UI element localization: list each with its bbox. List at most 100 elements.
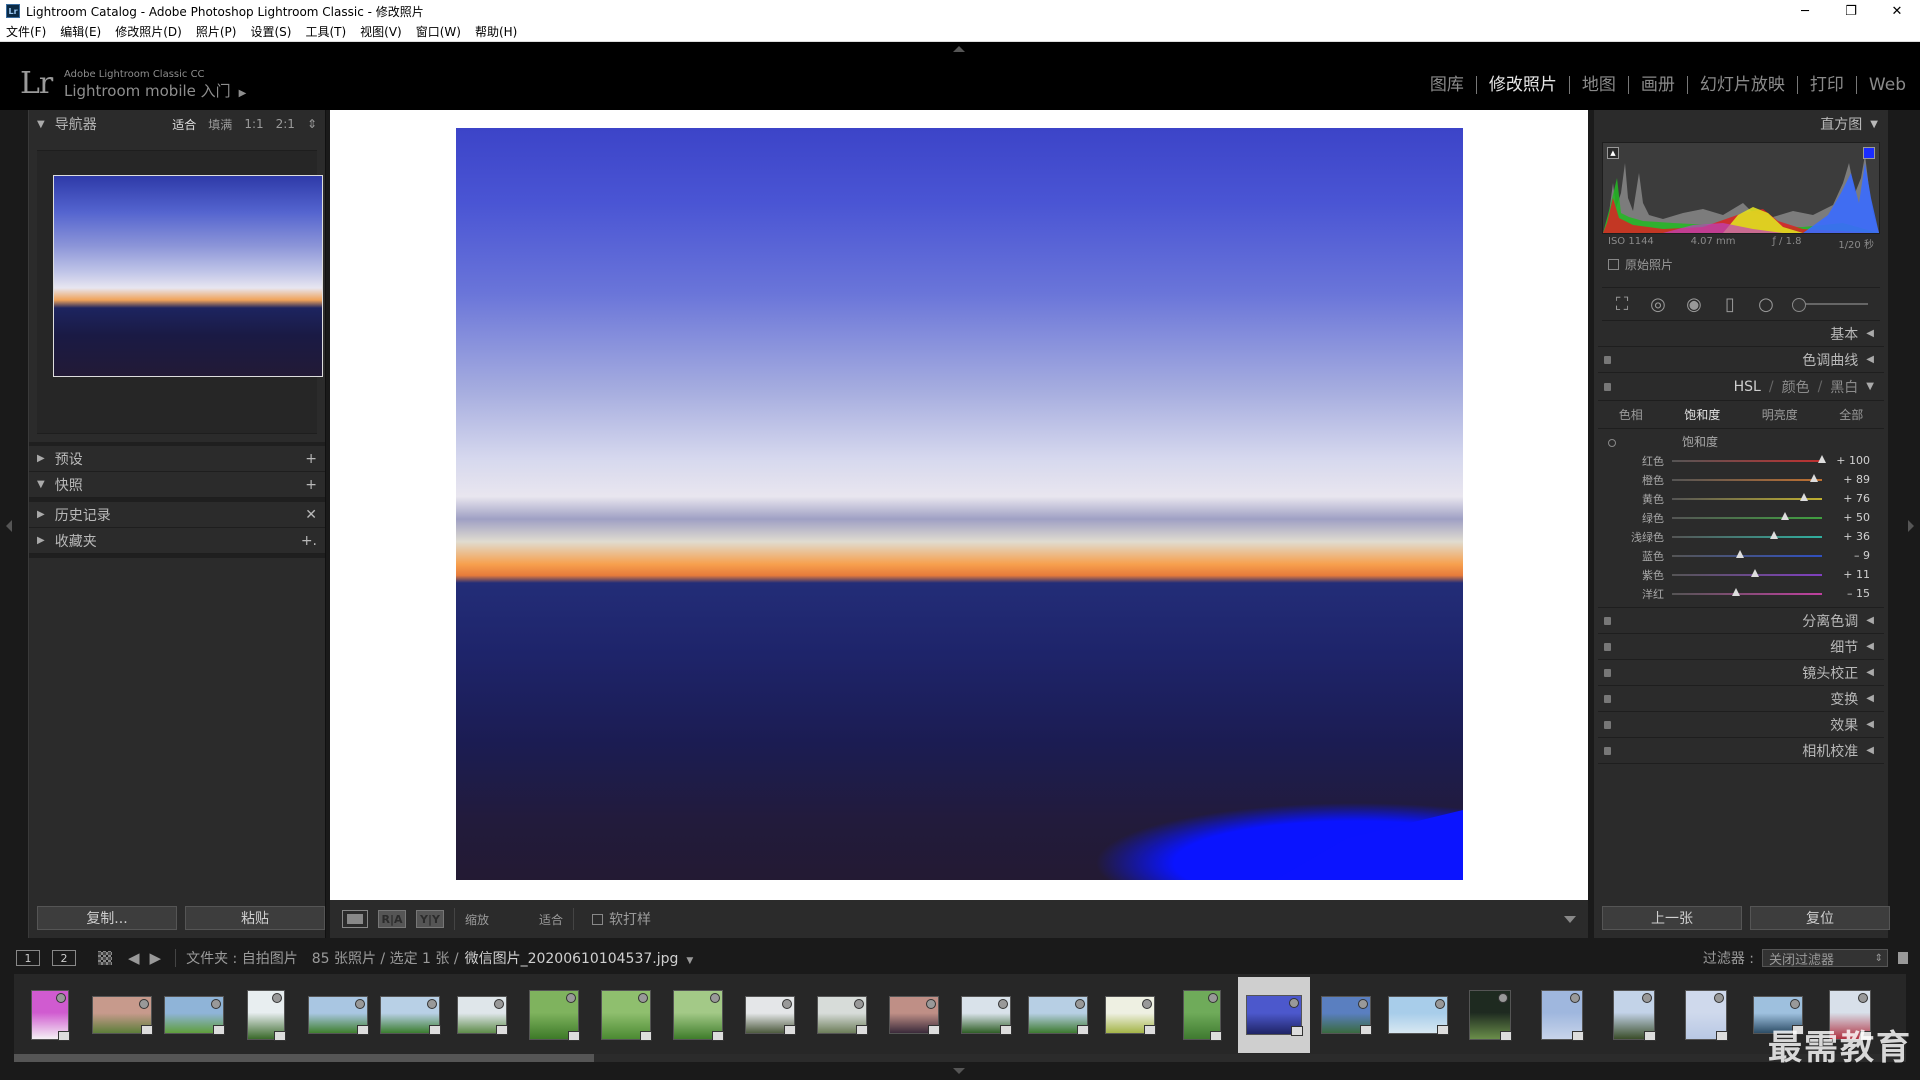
- hue-subtab[interactable]: 色相: [1619, 406, 1643, 423]
- module-slideshow[interactable]: 幻灯片放映: [1688, 76, 1798, 94]
- filmstrip-thumbnail[interactable]: [745, 996, 796, 1035]
- menu-settings[interactable]: 设置(S): [250, 23, 291, 40]
- filmstrip-cell[interactable]: [1454, 977, 1526, 1053]
- filmstrip-scrollbar[interactable]: [14, 1054, 1906, 1062]
- previous-button[interactable]: 上一张: [1602, 906, 1742, 930]
- menu-tools[interactable]: 工具(T): [305, 23, 346, 40]
- hsl-slider-value[interactable]: + 100: [1822, 454, 1870, 467]
- module-library[interactable]: 图库: [1418, 76, 1477, 94]
- original-photo-checkbox[interactable]: [1608, 259, 1619, 270]
- hsl-slider-value[interactable]: – 15: [1822, 587, 1870, 600]
- saturation-subtab[interactable]: 饱和度: [1684, 406, 1720, 423]
- menu-file[interactable]: 文件(F): [6, 23, 46, 40]
- panel-switch-icon[interactable]: [1604, 617, 1611, 625]
- menu-view[interactable]: 视图(V): [360, 23, 402, 40]
- radial-filter-icon[interactable]: ○: [1756, 294, 1776, 315]
- filmstrip-thumbnail[interactable]: [1183, 990, 1222, 1041]
- menu-window[interactable]: 窗口(W): [416, 23, 461, 40]
- add-collection-button[interactable]: +.: [301, 533, 317, 549]
- filmstrip-thumbnail[interactable]: [1685, 990, 1728, 1041]
- filmstrip-thumbnail[interactable]: [1541, 990, 1584, 1041]
- navigator-header[interactable]: ▼ 导航器 适合 填满 1:1 2:1 ⇕: [29, 110, 325, 138]
- filmstrip-thumbnail[interactable]: [308, 996, 369, 1035]
- hsl-slider-thumb[interactable]: [1751, 568, 1760, 577]
- menu-help[interactable]: 帮助(H): [475, 23, 517, 40]
- shadow-clipping-icon[interactable]: ▲: [1607, 147, 1619, 159]
- panel-switch-icon[interactable]: [1604, 669, 1611, 677]
- filmstrip-cell[interactable]: [1022, 977, 1094, 1053]
- hsl-slider-value[interactable]: + 76: [1822, 492, 1870, 505]
- filmstrip-thumbnail[interactable]: [1469, 990, 1512, 1041]
- hsl-slider-track[interactable]: [1672, 492, 1822, 501]
- filmstrip-cell[interactable]: [158, 977, 230, 1053]
- filmstrip-cell[interactable]: [1670, 977, 1742, 1053]
- hsl-slider-thumb[interactable]: [1736, 549, 1745, 558]
- module-web[interactable]: Web: [1857, 76, 1906, 94]
- paste-settings-button[interactable]: 粘贴: [185, 906, 325, 930]
- color-tab[interactable]: 颜色: [1782, 377, 1810, 397]
- lock-icon[interactable]: [1898, 952, 1908, 964]
- filmstrip-cell[interactable]: [1166, 977, 1238, 1053]
- menu-edit[interactable]: 编辑(E): [60, 23, 101, 40]
- graduated-filter-icon[interactable]: ▯: [1720, 294, 1740, 315]
- presets-panel-header[interactable]: ▶ 预设 +: [29, 446, 325, 472]
- filmstrip-cell[interactable]: [1310, 977, 1382, 1053]
- folder-path[interactable]: 文件夹 : 自拍图片: [186, 948, 298, 968]
- camera-calibration-panel-header[interactable]: 相机校准 ◀: [1598, 738, 1884, 764]
- filmstrip-cell[interactable]: [1526, 977, 1598, 1053]
- zoom-1-1-option[interactable]: 1:1: [244, 117, 263, 131]
- zoom-2-1-option[interactable]: 2:1: [276, 117, 295, 131]
- filmstrip-thumbnail[interactable]: [92, 996, 153, 1035]
- collections-panel-header[interactable]: ▶ 收藏夹 +.: [29, 528, 325, 554]
- filmstrip-thumbnail[interactable]: [1246, 995, 1303, 1036]
- filmstrip-thumbnail[interactable]: [601, 990, 652, 1041]
- zoom-value[interactable]: 适合: [539, 911, 563, 928]
- zoom-fit-option[interactable]: 适合: [172, 116, 196, 133]
- hsl-slider-track[interactable]: [1672, 568, 1822, 577]
- hsl-slider-value[interactable]: + 11: [1822, 568, 1870, 581]
- filmstrip-cell[interactable]: [374, 977, 446, 1053]
- spot-removal-icon[interactable]: ◎: [1648, 294, 1668, 315]
- filmstrip-cell[interactable]: [950, 977, 1022, 1053]
- hsl-slider-value[interactable]: + 50: [1822, 511, 1870, 524]
- module-map[interactable]: 地图: [1570, 76, 1629, 94]
- collapse-bottom-panel-arrow-icon[interactable]: [953, 1068, 965, 1074]
- filmstrip-cell[interactable]: [446, 977, 518, 1053]
- hsl-slider-track[interactable]: [1672, 511, 1822, 520]
- add-preset-button[interactable]: +: [305, 451, 317, 467]
- before-after-lr-button[interactable]: R|A: [378, 910, 406, 928]
- filmstrip-cell[interactable]: [734, 977, 806, 1053]
- filmstrip-thumbnail[interactable]: [673, 990, 724, 1041]
- module-book[interactable]: 画册: [1629, 76, 1688, 94]
- maximize-button[interactable]: ❐: [1828, 0, 1874, 22]
- panel-switch-icon[interactable]: [1604, 383, 1611, 391]
- filmstrip-thumbnail[interactable]: [1028, 996, 1089, 1035]
- hsl-slider-value[interactable]: + 89: [1822, 473, 1870, 486]
- hsl-slider-track[interactable]: [1672, 549, 1822, 558]
- main-photo[interactable]: [456, 128, 1463, 880]
- basic-panel-header[interactable]: 基本 ◀: [1598, 321, 1884, 347]
- loupe-view-icon[interactable]: [342, 910, 368, 928]
- panel-switch-icon[interactable]: [1604, 356, 1611, 364]
- original-photo-toggle[interactable]: 原始照片: [1594, 250, 1888, 279]
- module-develop[interactable]: 修改照片: [1477, 76, 1570, 94]
- highlight-clipping-icon[interactable]: [1863, 147, 1875, 159]
- filmstrip-thumbnail[interactable]: [1105, 996, 1156, 1035]
- grid-view-icon[interactable]: [98, 951, 112, 965]
- filmstrip-cell[interactable]: [878, 977, 950, 1053]
- filmstrip-thumbnail[interactable]: [1613, 990, 1656, 1041]
- collapse-left-panel-arrow-icon[interactable]: [6, 520, 12, 532]
- filmstrip-thumbnail[interactable]: [380, 996, 441, 1035]
- collapse-top-panel-arrow-icon[interactable]: [953, 46, 965, 52]
- secondary-window-button[interactable]: 2: [52, 950, 76, 966]
- hsl-slider-thumb[interactable]: [1770, 530, 1778, 539]
- filmstrip-cell[interactable]: [14, 977, 86, 1053]
- detail-panel-header[interactable]: 细节 ◀: [1598, 634, 1884, 660]
- filmstrip-cell[interactable]: [302, 977, 374, 1053]
- effects-panel-header[interactable]: 效果 ◀: [1598, 712, 1884, 738]
- histogram-header[interactable]: 直方图 ▼: [1594, 110, 1888, 138]
- filmstrip-cell[interactable]: [86, 977, 158, 1053]
- mobile-getting-started[interactable]: Lightroom mobile 入门 ▶: [64, 80, 246, 101]
- before-after-tb-button[interactable]: Y|Y: [416, 910, 444, 928]
- hsl-panel-header[interactable]: HSL / 颜色 / 黑白 ▼: [1598, 373, 1884, 401]
